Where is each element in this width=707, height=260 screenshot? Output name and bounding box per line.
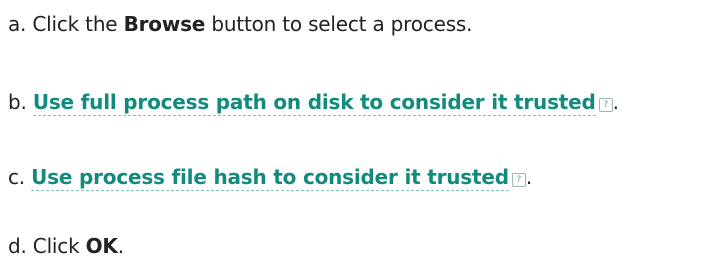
step-d: d. Click OK.	[8, 232, 124, 260]
step-b-prefix: b.	[8, 90, 33, 114]
full-path-trusted-link[interactable]: Use full process path on disk to conside…	[32, 90, 596, 116]
step-d-suffix: .	[117, 234, 124, 258]
browse-button-name: Browse	[123, 12, 206, 36]
step-d-prefix: d. Click	[8, 234, 86, 258]
step-b: b. Use full process path on disk to cons…	[8, 88, 619, 116]
step-c: c. Use process file hash to consider it …	[8, 163, 532, 191]
step-c-suffix: .	[525, 165, 533, 189]
step-a-suffix: button to select a process.	[205, 12, 473, 36]
help-icon[interactable]: ?	[511, 173, 526, 187]
ok-button-name: OK	[85, 234, 118, 258]
step-b-suffix: .	[612, 90, 619, 114]
file-hash-trusted-link[interactable]: Use process file hash to consider it tru…	[31, 165, 509, 191]
step-c-prefix: c.	[8, 165, 32, 189]
step-a: a. Click the Browse button to select a p…	[8, 10, 472, 38]
help-icon[interactable]: ?	[598, 98, 613, 112]
instruction-steps: a. Click the Browse button to select a p…	[0, 0, 707, 259]
step-a-prefix: a. Click the	[8, 12, 124, 36]
